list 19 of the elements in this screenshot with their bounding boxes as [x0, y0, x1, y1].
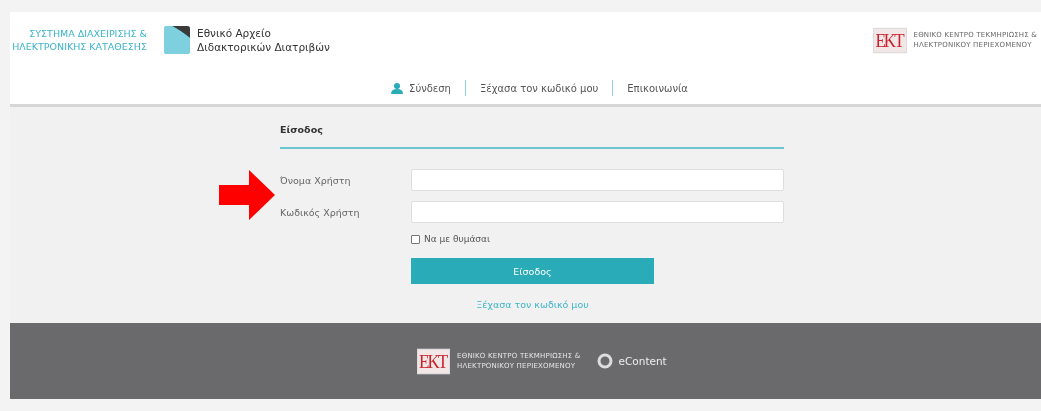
checkbox-label: Να με θυμάσαι [424, 234, 491, 244]
econtent-logo-text: eContent [618, 355, 667, 367]
archive-title: Εθνικό Αρχείο Διδακτορικών Διατριβών [197, 26, 330, 54]
field-label: Κωδικός Χρήστη [280, 206, 361, 218]
ekt-logo: EKT [873, 27, 907, 53]
input-field[interactable] [411, 201, 784, 223]
system-name: ΣΥΣΤΗΜΑ ΔΙΑΧΕΙΡΙΣΗΣ & ΗΛΕΚΤΡΟΝΙΚΗΣ ΚΑΤΑΘΕΣΗΣ [11, 27, 147, 53]
user-icon [391, 82, 404, 94]
remember-checkbox[interactable] [411, 234, 420, 244]
document-logo-icon [164, 26, 190, 54]
nav-link[interactable]: Σύνδεση [377, 82, 465, 94]
field-label: Όνομα Χρήστη [280, 174, 352, 186]
nav-link[interactable]: Ξέχασα τον κωδικό μου [465, 82, 613, 94]
nav-link[interactable]: Επικοινωνία [613, 82, 702, 94]
pointer-arrow [219, 170, 275, 220]
ring-logo-icon [596, 353, 613, 369]
ekt-logo: EKT [417, 348, 451, 374]
input-field[interactable] [411, 169, 784, 191]
form-heading: Είσοδος [280, 124, 784, 149]
